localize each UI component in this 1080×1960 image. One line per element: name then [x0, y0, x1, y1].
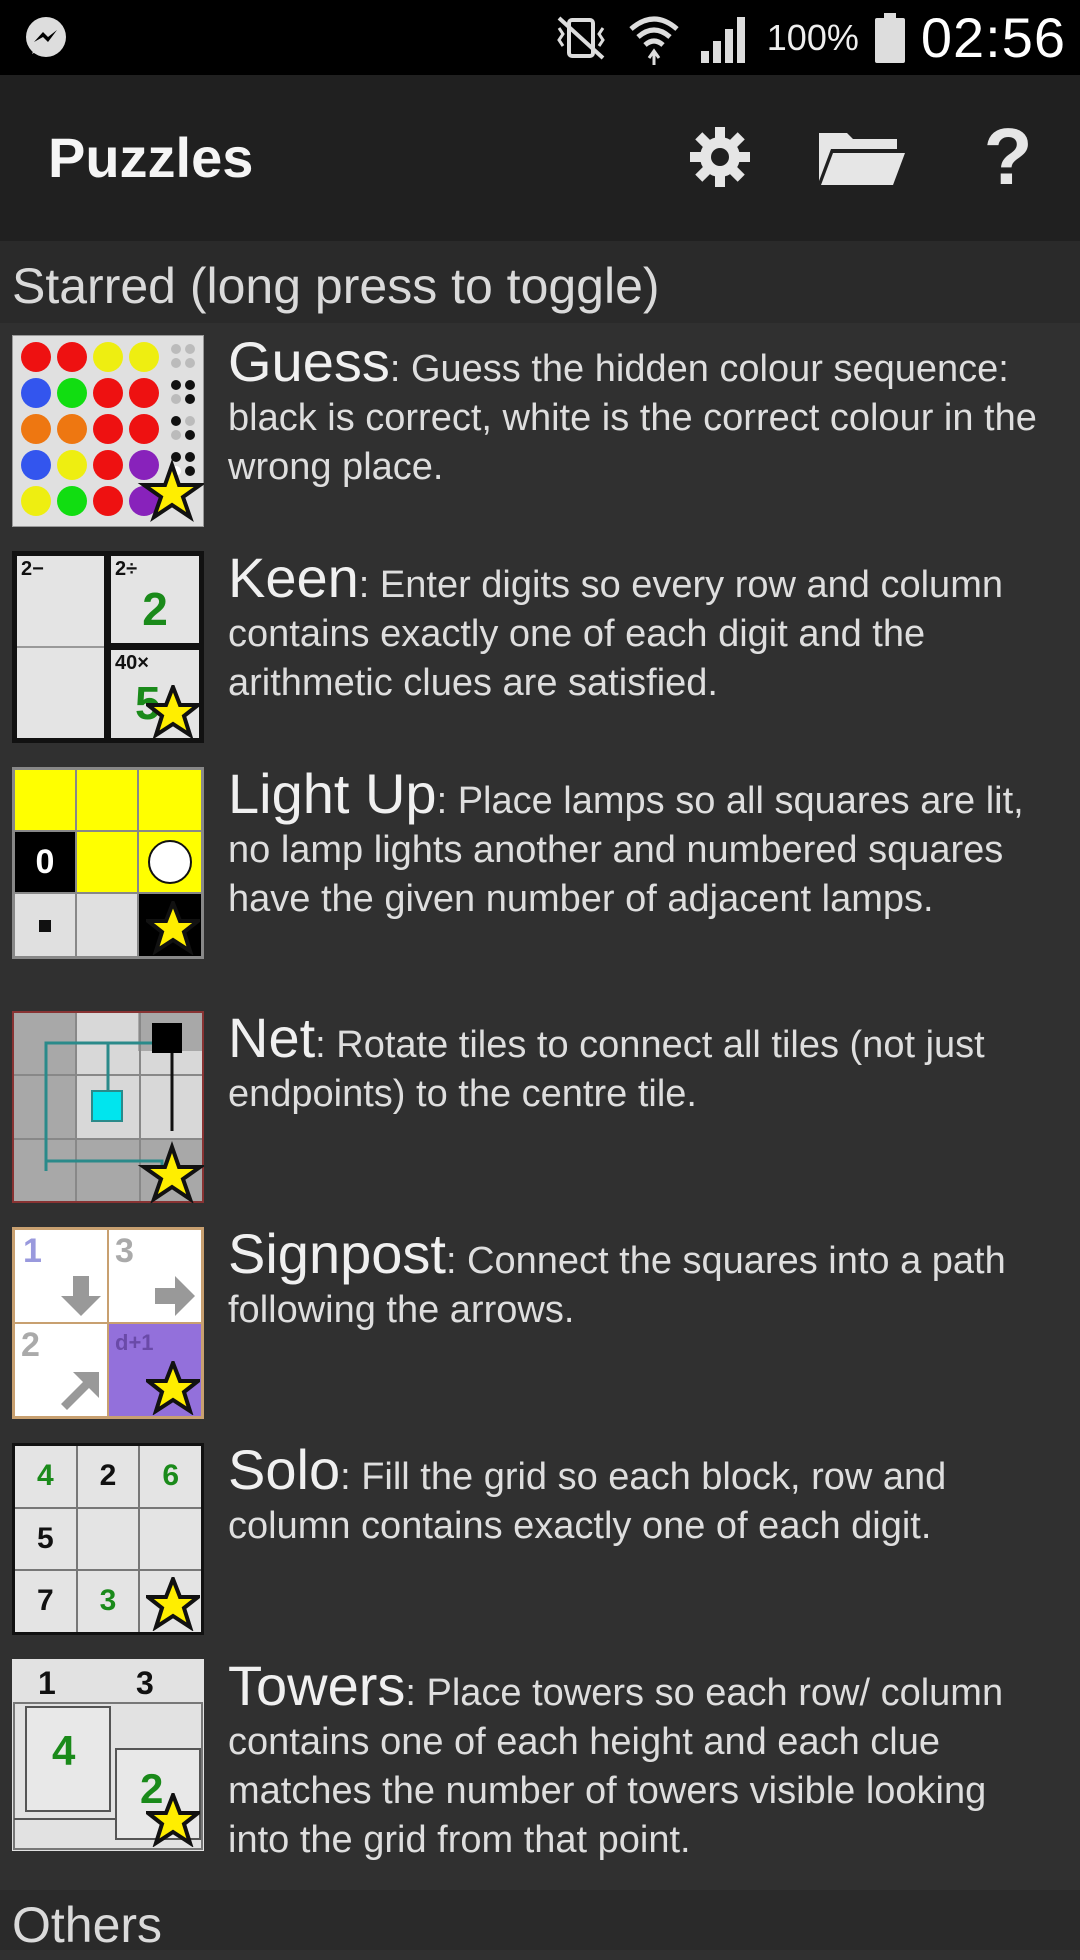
puzzle-description: Guess: Guess the hidden colour sequence:…	[228, 334, 1058, 492]
puzzle-item-guess[interactable]: Guess: Guess the hidden colour sequence:…	[0, 323, 1080, 539]
puzzle-item-towers[interactable]: 1 3 4 2 Towers: Place towers so each row…	[0, 1647, 1080, 1887]
keen-clue: 2−	[21, 558, 44, 580]
puzzle-item-solo[interactable]: 4 2 6 5 7 3 Solo: Fill the grid so each …	[0, 1431, 1080, 1647]
signpost-number: 1	[23, 1232, 42, 1270]
solo-cell: 7	[15, 1571, 76, 1632]
solo-thumbnail: 4 2 6 5 7 3	[12, 1443, 204, 1635]
towers-clue: 1	[38, 1665, 56, 1701]
signal-icon	[700, 16, 745, 63]
puzzle-name: Signpost	[228, 1222, 446, 1285]
puzzle-name: Guess	[228, 330, 390, 393]
help-button[interactable]: ?	[958, 107, 1058, 207]
keen-cage: 2−	[17, 556, 104, 738]
star-icon	[146, 1577, 200, 1631]
signpost-thumbnail: 1 3 2 d+1	[12, 1227, 204, 1419]
signpost-number: 2	[21, 1326, 40, 1364]
arrow-down-icon	[61, 1276, 101, 1316]
towers-value: 4	[52, 1727, 76, 1774]
open-file-button[interactable]	[812, 107, 912, 207]
messenger-icon	[26, 17, 66, 57]
puzzle-item-light-up[interactable]: 0 Light Up: Place lamps so all squares a…	[0, 755, 1080, 971]
clock: 02:56	[920, 6, 1066, 69]
solo-cell	[77, 1508, 139, 1570]
keen-clue: 40×	[115, 652, 149, 674]
settings-button[interactable]	[670, 107, 770, 207]
towers-clue: 3	[136, 1665, 154, 1701]
mark-dot	[39, 920, 51, 932]
gear-icon	[690, 127, 750, 187]
guess-thumbnail	[12, 335, 204, 527]
signpost-number: 3	[115, 1232, 134, 1270]
arrow-right-icon	[155, 1276, 195, 1316]
keen-thumbnail: 2− 2÷ 2 40× 5	[12, 551, 204, 743]
solo-cell: 2	[77, 1446, 139, 1507]
app-title: Puzzles	[48, 126, 254, 189]
lamp-icon	[148, 840, 192, 884]
solo-cell: 6	[140, 1446, 201, 1507]
puzzle-description: Net: Rotate tiles to connect all tiles (…	[228, 1010, 1058, 1119]
signpost-number: d+1	[115, 1330, 154, 1355]
keen-cell: 2÷ 2	[111, 556, 199, 643]
solo-cell: 3	[77, 1571, 139, 1632]
puzzle-description: Keen: Enter digits so every row and colu…	[228, 550, 1058, 708]
folder-icon	[819, 133, 905, 185]
vibrate-mute-icon	[556, 16, 605, 59]
keen-clue: 2÷	[115, 558, 138, 580]
star-icon	[146, 901, 200, 955]
towers-thumbnail: 1 3 4 2	[12, 1659, 204, 1851]
puzzle-name: Solo	[228, 1438, 341, 1501]
solo-cell: 4	[15, 1446, 76, 1507]
status-bar: 100% 02:56	[0, 0, 1080, 75]
battery-icon	[874, 12, 905, 63]
puzzle-name: Net	[228, 1006, 316, 1069]
keen-value: 2	[142, 583, 168, 635]
arrow-diagonal-icon	[61, 1372, 99, 1410]
wifi-icon	[629, 16, 679, 65]
net-thumbnail	[12, 1011, 204, 1203]
puzzle-item-signpost[interactable]: 1 3 2 d+1 Signpost: Connect the squares …	[0, 1215, 1080, 1431]
star-icon	[146, 685, 200, 739]
puzzle-description: Towers: Place towers so each row/ column…	[228, 1658, 1058, 1865]
puzzle-description: Solo: Fill the grid so each block, row a…	[228, 1442, 1058, 1551]
puzzle-name: Towers	[228, 1654, 406, 1717]
star-icon	[146, 1361, 200, 1415]
battery-percent: 100%	[766, 16, 859, 58]
light-up-thumbnail: 0	[12, 767, 204, 959]
app-bar: Puzzles ?	[0, 75, 1080, 249]
light-up-clue: 0	[15, 832, 75, 892]
others-section-header: Others	[0, 1890, 1080, 1953]
puzzle-name: Keen	[228, 546, 359, 609]
star-icon	[146, 1793, 200, 1847]
puzzle-item-net[interactable]: Net: Rotate tiles to connect all tiles (…	[0, 999, 1080, 1215]
solo-cell: 5	[15, 1508, 76, 1570]
puzzle-desc-text: : Rotate tiles to connect all tiles (not…	[228, 1024, 985, 1115]
solo-cell	[140, 1508, 201, 1570]
puzzle-item-keen[interactable]: 2− 2÷ 2 40× 5 Keen: Enter digits so ever…	[0, 539, 1080, 755]
puzzle-description: Light Up: Place lamps so all squares are…	[228, 766, 1058, 924]
puzzle-name: Light Up	[228, 762, 437, 825]
starred-section-header: Starred (long press to toggle)	[0, 249, 1080, 323]
puzzle-description: Signpost: Connect the squares into a pat…	[228, 1226, 1058, 1335]
